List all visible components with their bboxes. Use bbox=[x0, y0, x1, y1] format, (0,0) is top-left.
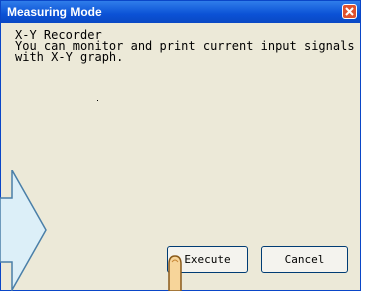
cancel-button[interactable]: Cancel bbox=[261, 246, 348, 273]
right-arrow-icon bbox=[0, 170, 47, 291]
dialog-title: Measuring Mode bbox=[7, 5, 102, 19]
title-bar: Measuring Mode bbox=[1, 1, 360, 23]
close-icon bbox=[345, 7, 354, 16]
dot-mark bbox=[97, 100, 98, 101]
close-button[interactable] bbox=[342, 4, 357, 19]
description-line-3: with X-Y graph. bbox=[15, 50, 124, 64]
measuring-mode-dialog: Measuring Mode X-Y Recorder You can monit… bbox=[0, 0, 361, 291]
description-text: X-Y Recorder You can monitor and print cu… bbox=[15, 29, 355, 64]
finger-pointer-icon bbox=[168, 255, 182, 291]
